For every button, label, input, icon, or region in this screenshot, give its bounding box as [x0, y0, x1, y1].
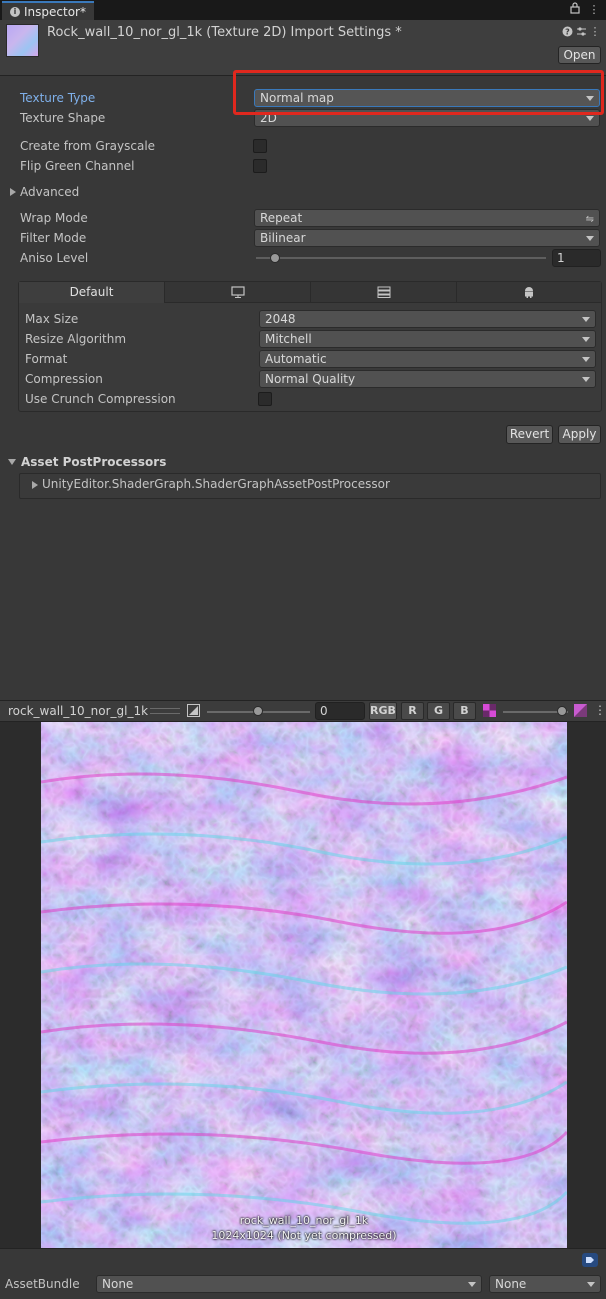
flip-green-channel-label: Flip Green Channel: [20, 159, 135, 173]
asset-bundle-label: AssetBundle: [5, 1277, 80, 1291]
mip-slider-handle[interactable]: [253, 706, 263, 716]
chevron-down-icon: [586, 236, 594, 241]
compression-dropdown[interactable]: Normal Quality: [259, 370, 596, 388]
alpha-checker-icon[interactable]: [483, 704, 497, 718]
format-label: Format: [25, 352, 68, 366]
texture-thumbnail: [6, 24, 39, 57]
aniso-level-field[interactable]: 1: [552, 249, 601, 267]
chevron-down-icon: [582, 357, 590, 362]
aniso-level-slider-handle[interactable]: [270, 253, 280, 263]
header-title: Rock_wall_10_nor_gl_1k (Texture 2D) Impo…: [47, 25, 402, 40]
max-size-label: Max Size: [25, 312, 79, 326]
tab-android[interactable]: [457, 282, 601, 303]
preview-more-icon[interactable]: ⋮: [594, 703, 606, 717]
filter-mode-label: Filter Mode: [20, 231, 87, 245]
compression-label: Compression: [25, 372, 103, 386]
resize-algorithm-dropdown[interactable]: Mitchell: [259, 330, 596, 348]
resize-algorithm-label: Resize Algorithm: [25, 332, 127, 346]
wrap-mode-label: Wrap Mode: [20, 211, 88, 225]
channel-r-button[interactable]: R: [401, 702, 424, 720]
channel-b-button[interactable]: B: [453, 702, 476, 720]
create-from-grayscale-label: Create from Grayscale: [20, 139, 156, 153]
kebab-menu-icon[interactable]: ⋮: [589, 26, 601, 38]
chevron-down-icon: [582, 377, 590, 382]
preview-caption-info: 1024x1024 (Not yet compressed): [211, 1229, 397, 1242]
label-tag-icon[interactable]: [582, 1253, 598, 1267]
server-icon: [377, 286, 390, 298]
lock-icon[interactable]: [568, 2, 582, 18]
tab-standalone[interactable]: [165, 282, 311, 303]
wrap-mode-dropdown[interactable]: Repeat ⇋: [254, 209, 600, 227]
asset-bundle-name-dropdown[interactable]: None: [96, 1275, 482, 1293]
wrap-mode-split-icon: ⇋: [585, 214, 594, 225]
drag-handle[interactable]: [150, 708, 180, 714]
chevron-down-icon: [468, 1282, 476, 1287]
svg-text:?: ?: [565, 28, 570, 37]
create-from-grayscale-checkbox[interactable]: [253, 139, 267, 153]
texture-type-label: Texture Type: [20, 91, 96, 105]
chevron-down-icon: [582, 337, 590, 342]
postprocessors-header[interactable]: Asset PostProcessors: [21, 455, 166, 469]
revert-button[interactable]: Revert: [506, 425, 553, 444]
use-crunch-label: Use Crunch Compression: [25, 392, 176, 406]
android-icon: [525, 287, 533, 298]
apply-button[interactable]: Apply: [558, 425, 601, 444]
monitor-icon: [230, 286, 245, 298]
max-size-dropdown[interactable]: 2048: [259, 310, 596, 328]
more-menu-icon[interactable]: ⋮: [587, 2, 601, 18]
tab-default[interactable]: Default: [19, 282, 165, 303]
preview-caption-name: rock_wall_10_nor_gl_1k: [239, 1214, 369, 1227]
flip-green-channel-checkbox[interactable]: [253, 159, 267, 173]
postprocessor-foldout-icon[interactable]: [32, 481, 38, 489]
checker-alpha-icon[interactable]: [574, 704, 588, 718]
normal-map-preview-image: [41, 722, 567, 1248]
advanced-foldout[interactable]: Advanced: [20, 185, 79, 199]
aniso-level-slider-track[interactable]: [256, 257, 546, 259]
settings-sliders-icon[interactable]: [575, 26, 587, 38]
asset-bundle-variant-dropdown[interactable]: None: [489, 1275, 601, 1293]
highlight-box: [233, 70, 604, 115]
postprocessor-item[interactable]: UnityEditor.ShaderGraph.ShaderGraphAsset…: [42, 477, 390, 491]
filter-mode-dropdown[interactable]: Bilinear: [254, 229, 600, 247]
info-icon: i: [10, 6, 20, 17]
chevron-down-icon: [582, 317, 590, 322]
exposure-slider-handle[interactable]: [557, 706, 567, 716]
advanced-foldout-icon[interactable]: [10, 188, 16, 196]
aniso-level-label: Aniso Level: [20, 251, 89, 265]
help-icon[interactable]: ?: [561, 26, 573, 38]
preview-title: rock_wall_10_nor_gl_1k: [8, 704, 149, 718]
chevron-down-icon: [587, 1282, 595, 1287]
texture-shape-label: Texture Shape: [20, 111, 106, 125]
use-crunch-checkbox[interactable]: [258, 392, 272, 406]
tab-inspector[interactable]: i Inspector*: [2, 1, 94, 20]
tab-server[interactable]: [311, 282, 457, 303]
mip-icon: [187, 704, 201, 718]
channel-g-button[interactable]: G: [427, 702, 450, 720]
mip-level-field[interactable]: 0: [315, 702, 365, 720]
postprocessors-foldout-icon[interactable]: [8, 459, 16, 465]
channel-rgb-button[interactable]: RGB: [369, 702, 397, 720]
chevron-down-icon: [586, 116, 594, 121]
open-button[interactable]: Open: [558, 46, 601, 64]
format-dropdown[interactable]: Automatic: [259, 350, 596, 368]
